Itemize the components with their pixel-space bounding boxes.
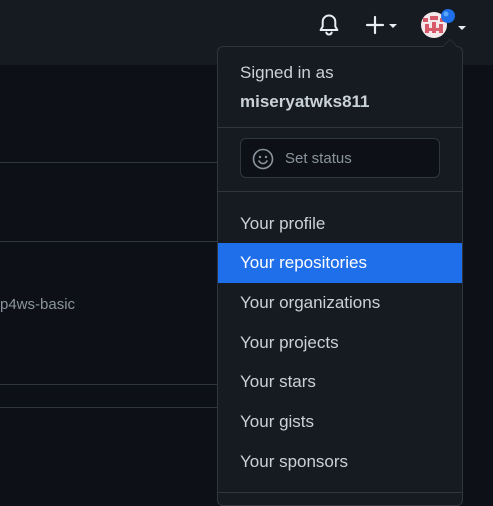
plus-icon xyxy=(365,15,385,35)
user-menu-button[interactable] xyxy=(418,8,466,42)
menu-divider xyxy=(218,191,462,192)
create-new-button[interactable] xyxy=(362,12,402,38)
notifications-button[interactable] xyxy=(316,12,342,38)
bell-icon xyxy=(319,14,339,36)
menu-divider xyxy=(218,492,462,493)
page-divider xyxy=(0,384,218,385)
menu-item-your-gists[interactable]: Your gists xyxy=(218,402,462,442)
signed-in-label: Signed in as xyxy=(240,63,334,82)
menu-item-your-repositories[interactable]: Your repositories xyxy=(218,243,462,283)
smiley-icon xyxy=(252,148,274,170)
menu-divider xyxy=(218,127,462,128)
menu-item-your-profile[interactable]: Your profile xyxy=(218,204,462,244)
menu-item-your-stars[interactable]: Your stars xyxy=(218,362,462,402)
page-divider xyxy=(0,241,218,242)
menu-item-your-projects[interactable]: Your projects xyxy=(218,323,462,363)
menu-item-your-sponsors[interactable]: Your sponsors xyxy=(218,442,462,482)
set-status-label: Set status xyxy=(285,150,352,167)
repo-name-fragment[interactable]: p4ws-basic xyxy=(0,296,75,313)
username: miseryatwks811 xyxy=(240,92,370,111)
set-status-button[interactable]: Set status xyxy=(240,138,440,178)
chevron-down-icon xyxy=(389,24,397,28)
user-dropdown-menu: Signed in as miseryatwks811 Set status Y… xyxy=(217,39,463,506)
page-divider xyxy=(0,162,218,163)
notification-indicator xyxy=(441,9,455,23)
menu-item-your-organizations[interactable]: Your organizations xyxy=(218,283,462,323)
page-divider xyxy=(0,407,218,408)
